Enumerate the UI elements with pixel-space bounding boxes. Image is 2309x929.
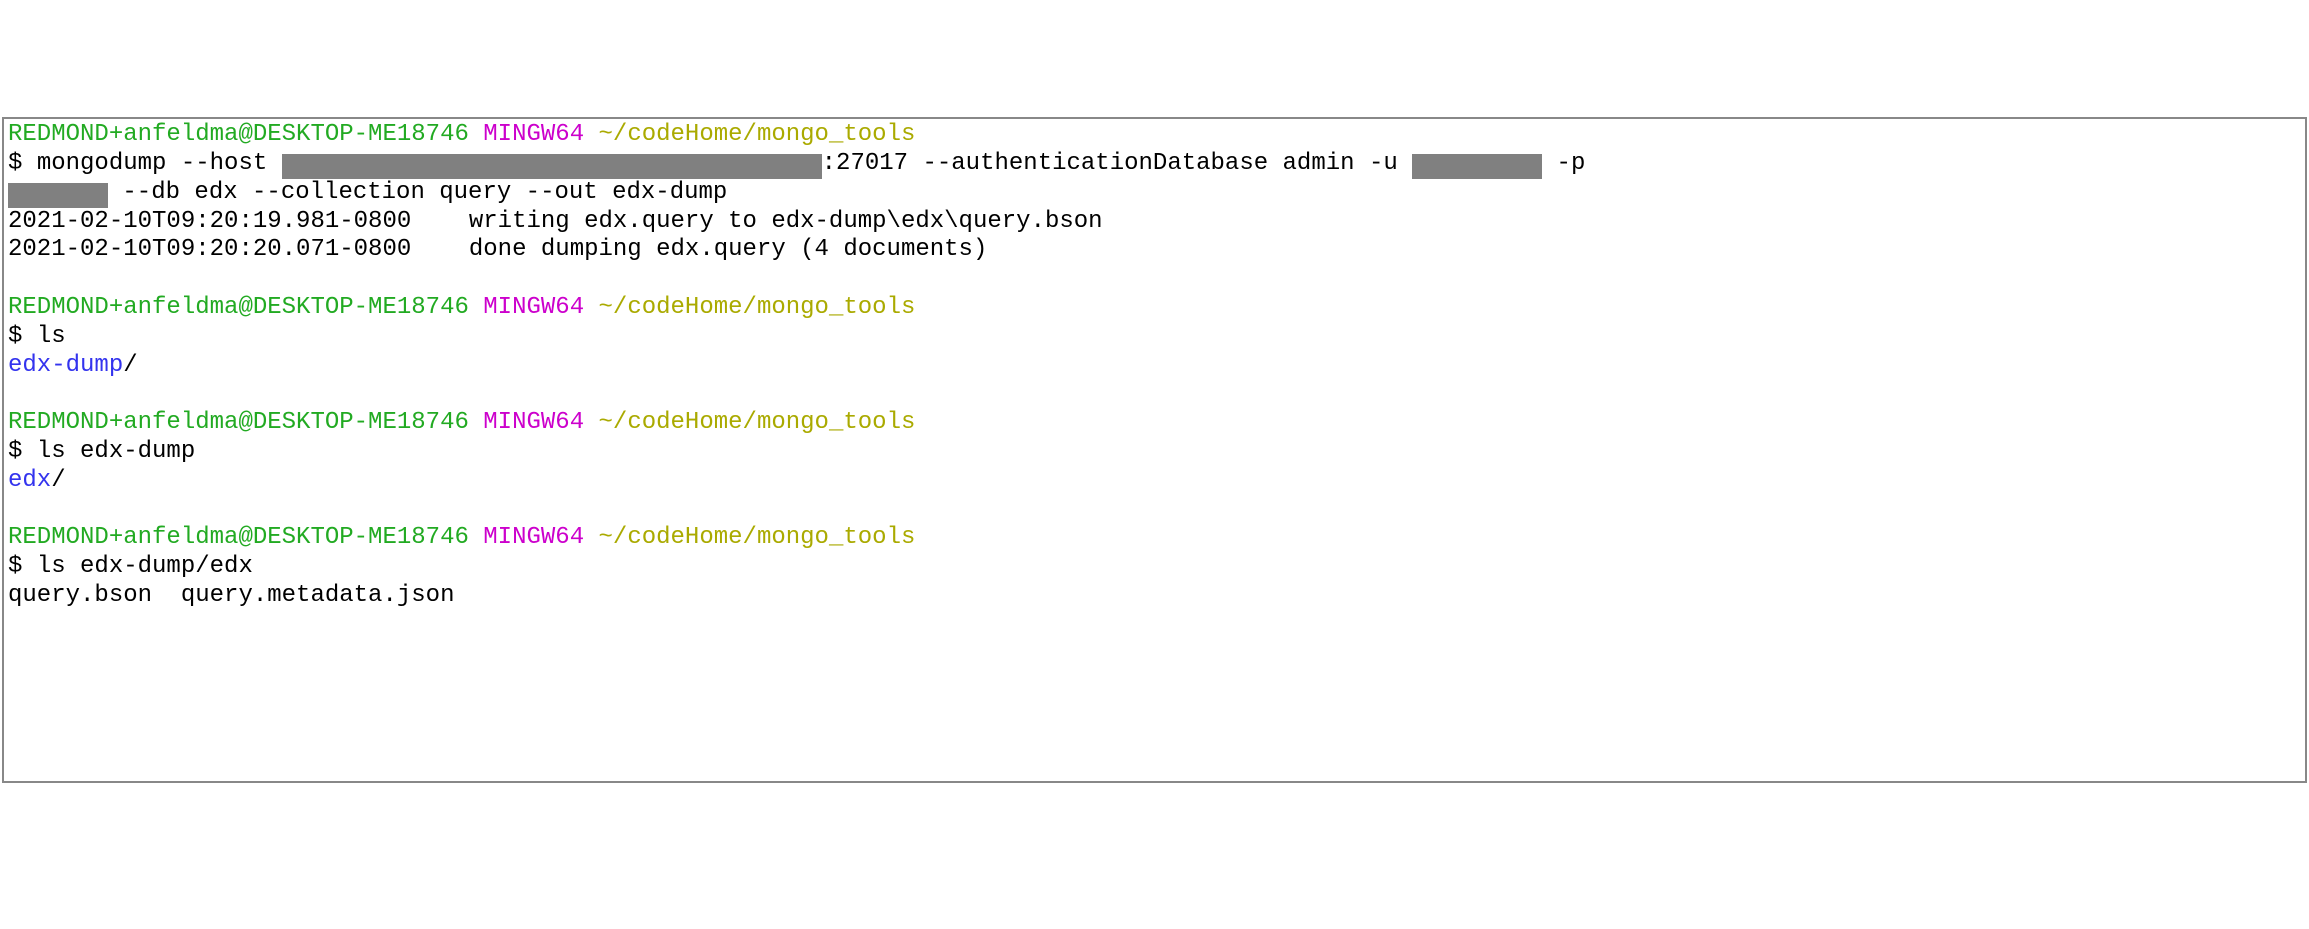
prompt-line: REDMOND+anfeldma@DESKTOP-ME18746 MINGW64…: [8, 524, 2301, 553]
prompt-symbol: $: [8, 323, 37, 350]
shell-type: MINGW64: [483, 121, 584, 148]
prompt-line: REDMOND+anfeldma@DESKTOP-ME18746 MINGW64…: [8, 409, 2301, 438]
blank-line: [8, 496, 2301, 525]
user-host: REDMOND+anfeldma@DESKTOP-ME18746: [8, 294, 469, 321]
directory-name: edx-dump: [8, 352, 123, 379]
shell-type: MINGW64: [483, 409, 584, 436]
command-line[interactable]: $ ls edx-dump: [8, 438, 2301, 467]
terminal-text: :27017 --authenticationDatabase admin -u: [822, 150, 1413, 177]
command-line[interactable]: $ ls: [8, 323, 2301, 352]
prompt-symbol: $: [8, 438, 37, 465]
blank-line: [8, 265, 2301, 294]
terminal-text: query.bson query.metadata.json: [8, 582, 454, 609]
shell-type: MINGW64: [483, 294, 584, 321]
command-line[interactable]: $ ls edx-dump/edx: [8, 553, 2301, 582]
blank-line: [8, 380, 2301, 409]
shell-type: MINGW64: [483, 524, 584, 551]
terminal-text: ls edx-dump: [37, 438, 195, 465]
user-host: REDMOND+anfeldma@DESKTOP-ME18746: [8, 524, 469, 551]
user-host: REDMOND+anfeldma@DESKTOP-ME18746: [8, 409, 469, 436]
terminal-text: 2021-02-10T09:20:19.981-0800 writing edx…: [8, 208, 1103, 235]
cwd-path: ~/codeHome/mongo_tools: [599, 524, 916, 551]
prompt-symbol: $: [8, 150, 37, 177]
terminal-text: ls edx-dump/edx: [37, 553, 253, 580]
cwd-path: ~/codeHome/mongo_tools: [599, 294, 916, 321]
output-line: 2021-02-10T09:20:20.071-0800 done dumpin…: [8, 236, 2301, 265]
terminal-window[interactable]: REDMOND+anfeldma@DESKTOP-ME18746 MINGW64…: [2, 117, 2307, 783]
output-line: edx-dump/: [8, 352, 2301, 381]
terminal-text: /: [123, 352, 137, 379]
command-line[interactable]: $ mongodump --host :27017 --authenticati…: [8, 150, 2301, 208]
output-line: 2021-02-10T09:20:19.981-0800 writing edx…: [8, 208, 2301, 237]
output-line: edx/: [8, 467, 2301, 496]
terminal-text: -p: [1542, 150, 1585, 177]
terminal-text: mongodump --host: [37, 150, 282, 177]
redacted-block: [282, 154, 822, 179]
cwd-path: ~/codeHome/mongo_tools: [599, 121, 916, 148]
terminal-text: /: [51, 467, 65, 494]
terminal-text: 2021-02-10T09:20:20.071-0800 done dumpin…: [8, 236, 987, 263]
redacted-block: [1412, 154, 1542, 179]
prompt-line: REDMOND+anfeldma@DESKTOP-ME18746 MINGW64…: [8, 121, 2301, 150]
cwd-path: ~/codeHome/mongo_tools: [599, 409, 916, 436]
redacted-block: [8, 183, 108, 208]
user-host: REDMOND+anfeldma@DESKTOP-ME18746: [8, 121, 469, 148]
terminal-text: --db edx --collection query --out edx-du…: [108, 179, 727, 206]
prompt-line: REDMOND+anfeldma@DESKTOP-ME18746 MINGW64…: [8, 294, 2301, 323]
output-line: query.bson query.metadata.json: [8, 582, 2301, 611]
prompt-symbol: $: [8, 553, 37, 580]
terminal-text: ls: [37, 323, 66, 350]
directory-name: edx: [8, 467, 51, 494]
